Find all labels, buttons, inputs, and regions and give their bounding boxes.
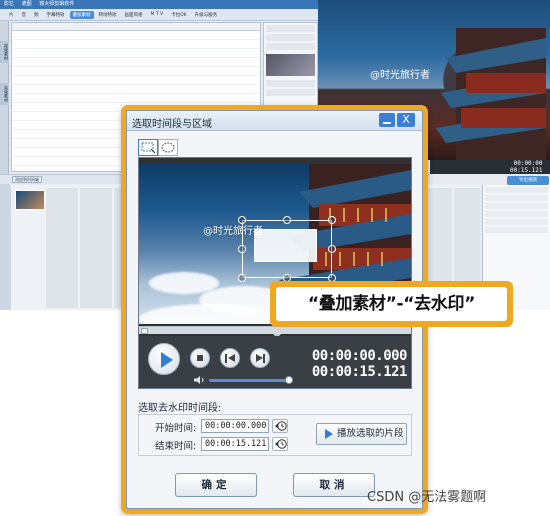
play-selection-label: 播放选取的片段: [337, 428, 404, 439]
bg-menu-item[interactable]: 卡拉OK: [168, 11, 190, 19]
start-time-input[interactable]: 00:00:00.000: [201, 419, 269, 433]
resize-handle[interactable]: [238, 216, 246, 224]
bg-list-header: [12, 23, 260, 31]
bg-prop-row: [485, 187, 548, 193]
bg-menu-item[interactable]: 频: [31, 11, 42, 19]
bg-setting-row: [266, 34, 315, 41]
bg-title-item: 镜大师剪辑软件: [39, 1, 75, 7]
play-icon: [325, 429, 333, 439]
clock-reset-icon: [275, 421, 287, 431]
clock-reset-icon: [275, 439, 287, 449]
bg-prop-row: [485, 227, 548, 233]
dialog-titlebar: 选取时间段与区域 X: [127, 111, 422, 131]
video-preview-area: @时光旅行者 00:00:00.000 00:00:15.121: [138, 157, 412, 389]
total-time: 00:00:15.121: [311, 364, 408, 380]
bg-prop-row: [485, 203, 548, 209]
watermark-cover-patch: [254, 229, 317, 262]
bg-export-button[interactable]: 导出视频: [507, 176, 549, 185]
bg-menu-item[interactable]: 片: [6, 11, 17, 19]
timeline-scrubber[interactable]: [139, 326, 411, 334]
minimize-button[interactable]: [379, 113, 395, 127]
player-time-display: 00:00:00.000 00:00:15.121: [307, 348, 408, 380]
ellipse-select-icon: [161, 142, 175, 153]
bg-timeline-sidebar: [0, 185, 11, 310]
time-range-group: 开始时间: 00:00:00.000 结束时间: 00:00:15.121 播放…: [138, 414, 412, 456]
bg-time-readout: 00:00:00 00:15.121: [510, 160, 543, 174]
bg-menu-item[interactable]: 转场特效: [96, 11, 120, 19]
rect-select-icon: [141, 142, 156, 154]
ellipse-select-tool-button[interactable]: [158, 139, 178, 156]
bg-temple-image: [436, 28, 546, 160]
play-button[interactable]: [148, 343, 180, 375]
bg-menu-item[interactable]: M T V: [148, 11, 167, 18]
bg-menu-item-overlay[interactable]: 叠加素材: [69, 10, 94, 19]
stop-button[interactable]: [190, 348, 210, 368]
current-time: 00:00:00.000: [311, 348, 408, 364]
bg-side-tab[interactable]: 音频素材: [0, 83, 9, 105]
bg-watermark-text: @时光旅行者: [370, 70, 430, 81]
resize-handle[interactable]: [283, 216, 291, 224]
ok-button[interactable]: 确定: [175, 473, 257, 497]
rect-select-tool-button[interactable]: [138, 139, 158, 156]
selection-rectangle[interactable]: [242, 220, 332, 278]
bg-setting-row: [266, 80, 315, 87]
bg-setting-row: [266, 89, 315, 96]
player-controls: 00:00:00.000 00:00:15.121: [139, 336, 411, 388]
start-time-reset-button[interactable]: [272, 419, 288, 433]
dialog-title: 选取时间段与区域: [132, 119, 212, 130]
bg-title-item: 影忆: [4, 1, 15, 7]
bg-prop-row: [485, 195, 548, 201]
attribution-watermark: CSDN @无法雾题啊: [367, 490, 487, 505]
instruction-callout: “叠加素材”-“去水印”: [270, 281, 513, 327]
bg-setting-row: [266, 25, 315, 32]
bg-menu-item[interactable]: 字幕特效: [44, 11, 68, 19]
end-time-reset-button[interactable]: [272, 437, 288, 451]
bg-setting-row: [266, 43, 315, 50]
volume-icon[interactable]: [194, 376, 206, 384]
bg-add-to-timeline-button[interactable]: 添加到时间轴: [12, 176, 42, 183]
bg-menu-item[interactable]: 升级与服务: [192, 11, 221, 19]
end-time-input[interactable]: 00:00:15.121: [201, 437, 269, 451]
bg-prop-row: [485, 211, 548, 217]
bg-prop-row: [485, 219, 548, 225]
end-time-label: 结束时间:: [155, 441, 197, 452]
bg-side-tab[interactable]: 视频素材: [0, 41, 9, 63]
resize-handle[interactable]: [328, 245, 336, 253]
next-frame-button[interactable]: [250, 348, 270, 368]
bg-title-item: 遮图: [21, 1, 32, 7]
range-section-label: 选取去水印时间段:: [138, 403, 222, 414]
bg-time-total: 00:15.121: [510, 167, 543, 174]
previous-frame-button[interactable]: [220, 348, 240, 368]
callout-text: “叠加素材”-“去水印”: [276, 287, 507, 321]
bg-menu-item[interactable]: 音: [19, 11, 30, 19]
play-selection-button[interactable]: 播放选取的片段: [316, 423, 407, 445]
volume-slider[interactable]: [209, 379, 289, 382]
start-time-label: 开始时间:: [155, 423, 197, 434]
resize-handle[interactable]: [238, 274, 246, 282]
bg-menu-item[interactable]: 画面风格: [122, 11, 146, 19]
resize-handle[interactable]: [238, 245, 246, 253]
bg-menubar: 片 音 频 字幕特效 叠加素材 转场特效 画面风格 M T V 卡拉OK 升级与…: [0, 9, 318, 21]
bg-setting-thumbnail: [266, 54, 315, 76]
cancel-button[interactable]: 取消: [293, 473, 375, 497]
bg-time-current: 00:00:00: [513, 160, 543, 167]
resize-handle[interactable]: [328, 216, 336, 224]
volume-slider-knob[interactable]: [285, 376, 293, 384]
scrubber-knob[interactable]: [141, 328, 148, 334]
bg-selected-clip[interactable]: [15, 190, 45, 210]
close-button[interactable]: X: [397, 113, 415, 127]
